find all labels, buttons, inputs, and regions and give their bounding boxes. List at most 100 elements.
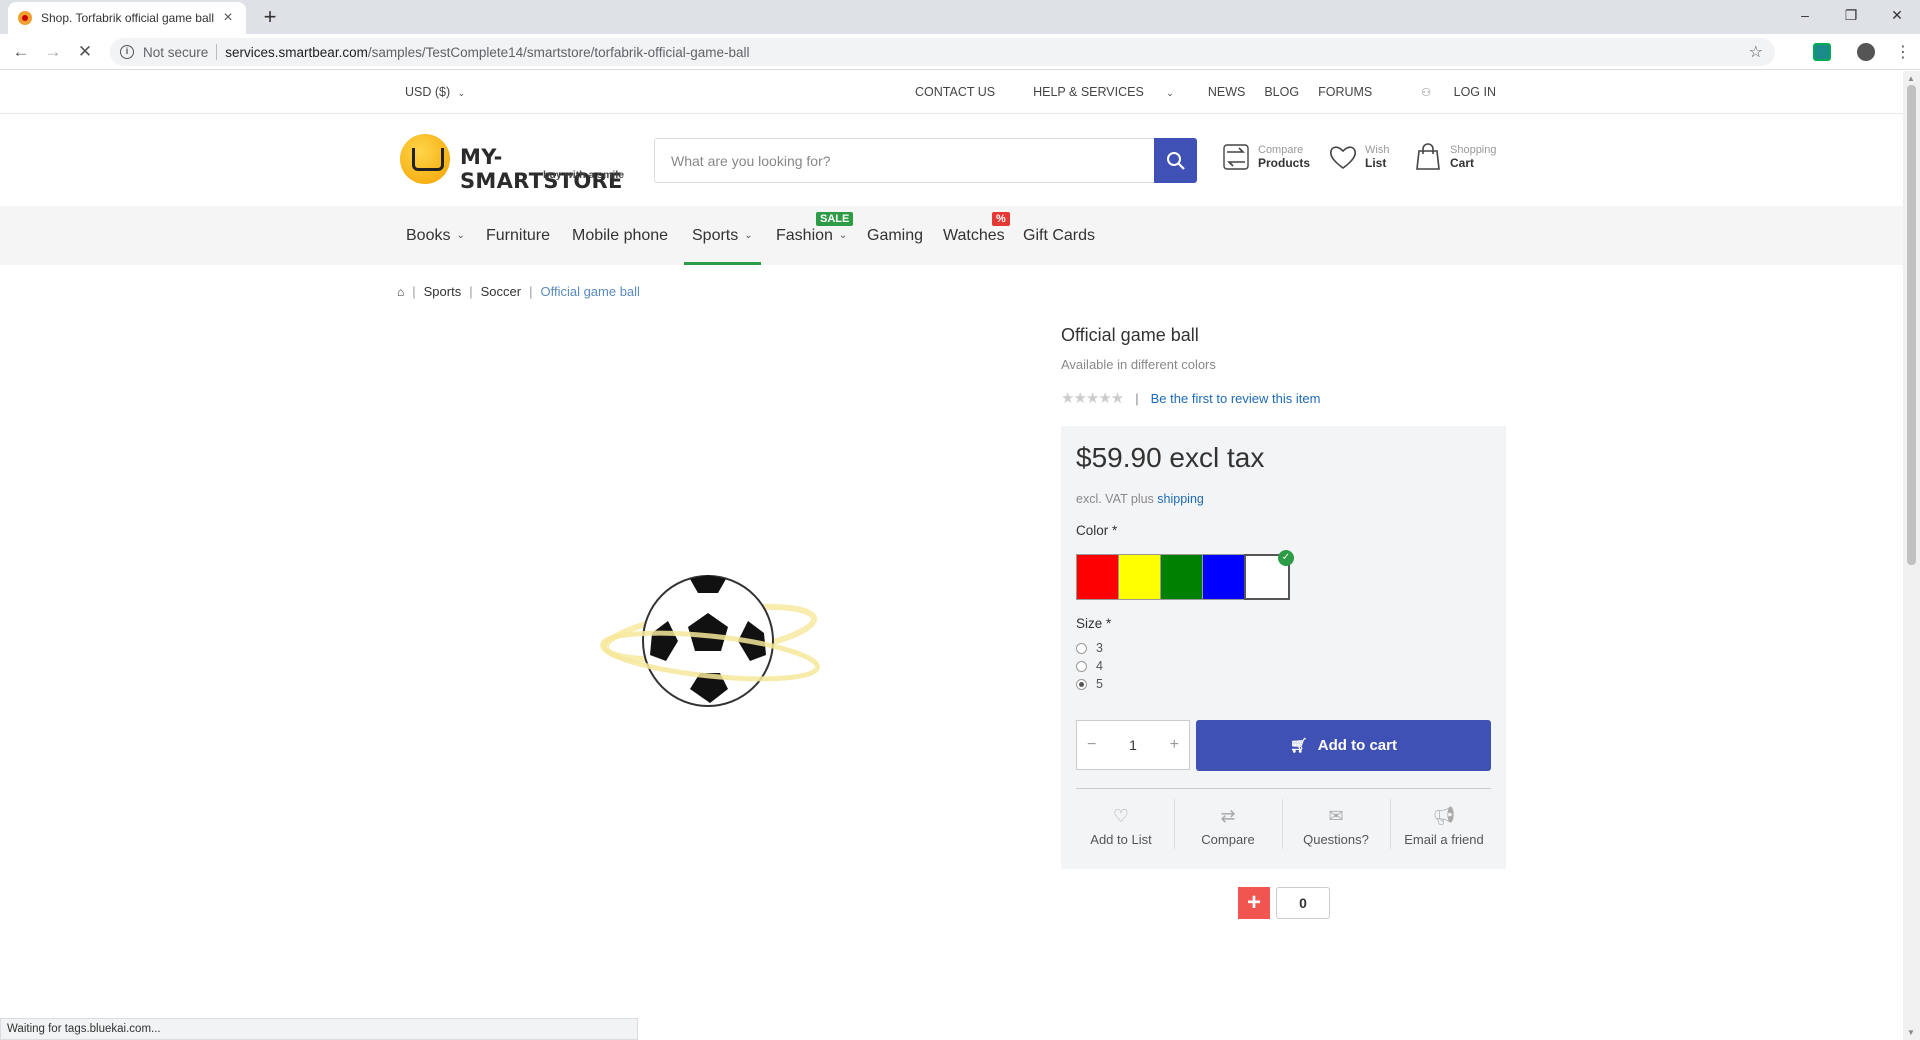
forward-icon[interactable]: → [43, 42, 63, 62]
scroll-down-icon[interactable]: ▼ [1907, 1028, 1915, 1037]
address-bar[interactable]: i Not secure services.smartbear.com/samp… [110, 38, 1775, 66]
nav-item-sports[interactable]: Sports ⌄ [684, 206, 761, 265]
url-host: services.smartbear.com [225, 44, 368, 60]
bookmark-star-icon[interactable]: ☆ [1749, 42, 1763, 62]
back-icon[interactable]: ← [11, 42, 31, 62]
chevron-down-icon: ⌄ [838, 230, 848, 241]
breadcrumb-sports[interactable]: Sports [424, 284, 462, 299]
nav-label: Sports [692, 226, 739, 244]
scroll-up-icon[interactable]: ▲ [1907, 74, 1915, 83]
product-title: Official game ball [1061, 325, 1199, 345]
radio-button-selected[interactable] [1076, 678, 1087, 690]
share-widget: + 0 [1238, 887, 1330, 919]
site-favicon-icon [18, 11, 32, 25]
blog-link[interactable]: BLOG [1264, 85, 1299, 99]
stop-loading-icon[interactable]: ✕ [75, 42, 95, 62]
info-icon[interactable]: i [120, 45, 134, 59]
breadcrumb-separator: | [529, 284, 533, 299]
help-services-link[interactable]: HELP & SERVICES ⌄ [1014, 85, 1174, 99]
radio-button[interactable] [1076, 642, 1087, 654]
nav-item-furniture[interactable]: Furniture [486, 206, 550, 265]
email-friend-action[interactable]: 📢︎ Email a friend [1394, 806, 1494, 847]
nav-item-books[interactable]: Books ⌄ [406, 206, 465, 265]
search-icon [1166, 151, 1185, 170]
vat-text: excl. VAT plus [1076, 492, 1154, 506]
profile-icon[interactable] [1857, 43, 1875, 61]
top-utility-bar: USD ($) ⌄ CONTACT US HELP & SERVICES ⌄ N… [0, 71, 1903, 114]
login-link[interactable]: ⚇ LOG IN [1402, 85, 1496, 99]
store-logo[interactable]: MY-SMARTSTORE buy with a smile [400, 134, 636, 193]
color-swatch-green[interactable] [1160, 554, 1206, 600]
color-swatch-blue[interactable] [1202, 554, 1248, 600]
wish-bottom-label: List [1365, 156, 1387, 170]
compare-icon [1221, 142, 1251, 172]
breadcrumb: ⌂ | Sports | Soccer | Official game ball [397, 284, 640, 299]
size-option-4[interactable]: 4 [1076, 659, 1103, 673]
scrollbar-thumb[interactable] [1907, 85, 1916, 565]
close-icon[interactable]: × [220, 9, 236, 27]
top-links: CONTACT US HELP & SERVICES ⌄ NEWS BLOG F… [896, 85, 1496, 99]
forums-link[interactable]: FORUMS [1318, 85, 1372, 99]
plus-icon[interactable]: + [1170, 736, 1179, 754]
extension-icon[interactable] [1813, 43, 1831, 61]
currency-selector[interactable]: USD ($) ⌄ [405, 85, 465, 99]
restore-icon[interactable]: ❐ [1828, 0, 1874, 30]
add-to-list-action[interactable]: ♡ Add to List [1071, 806, 1171, 847]
search-box [654, 138, 1197, 183]
nav-item-mobile-phone[interactable]: Mobile phone [572, 206, 668, 265]
search-input[interactable] [655, 139, 1152, 182]
color-swatch-yellow[interactable] [1118, 554, 1164, 600]
radio-button[interactable] [1076, 660, 1087, 672]
page-viewport: USD ($) ⌄ CONTACT US HELP & SERVICES ⌄ N… [0, 71, 1903, 1040]
minimize-icon[interactable]: – [1782, 0, 1828, 30]
questions-action[interactable]: ✉ Questions? [1286, 806, 1386, 847]
first-review-link[interactable]: Be the first to review this item [1151, 391, 1321, 406]
browser-tabbar: Shop. Torfabrik official game ball × + –… [0, 0, 1920, 34]
window-close-icon[interactable]: ✕ [1874, 0, 1920, 30]
nav-label: Mobile phone [572, 226, 669, 244]
browser-menu-icon[interactable]: ⋮ [1895, 42, 1911, 62]
product-subtitle: Available in different colors [1061, 357, 1216, 372]
add-to-cart-label: Add to cart [1317, 737, 1397, 754]
breadcrumb-current: Official game ball [540, 284, 640, 299]
shipping-link[interactable]: shipping [1157, 492, 1204, 506]
compare-action[interactable]: ⇄ Compare [1178, 806, 1278, 847]
wish-list-link[interactable]: Wish List [1328, 142, 1389, 172]
action-label: Compare [1201, 832, 1255, 847]
nav-label: Watches [943, 226, 1005, 244]
add-to-cart-button[interactable]: 🛒︎ Add to cart [1196, 720, 1491, 771]
cart-bottom-label: Cart [1450, 156, 1475, 170]
color-swatch-red[interactable] [1076, 554, 1122, 600]
user-icon: ⚇ [1421, 87, 1432, 99]
page-scrollbar[interactable]: ▲ ▼ [1903, 71, 1920, 1040]
news-link[interactable]: NEWS [1208, 85, 1246, 99]
nav-item-gift-cards[interactable]: Gift Cards [1023, 206, 1095, 265]
minus-icon[interactable]: − [1087, 736, 1096, 754]
quantity-input[interactable]: 1 [1129, 737, 1137, 753]
product-image[interactable] [600, 561, 820, 711]
main-navigation: Books ⌄ Furniture Mobile phone Sports ⌄ Fa… [0, 206, 1903, 265]
shopping-cart-link[interactable]: Shopping Cart [1413, 142, 1497, 172]
not-secure-label: Not secure [143, 44, 209, 60]
share-plus-icon[interactable]: + [1238, 887, 1270, 919]
size-option-5[interactable]: 5 [1076, 677, 1103, 691]
breadcrumb-soccer[interactable]: Soccer [481, 284, 521, 299]
size-option-3[interactable]: 3 [1076, 641, 1103, 655]
color-swatch-white[interactable]: ✓ [1244, 550, 1294, 600]
browser-tab[interactable]: Shop. Torfabrik official game ball × [8, 2, 246, 34]
contact-us-link[interactable]: CONTACT US [915, 85, 995, 99]
action-separator [1390, 799, 1391, 849]
size-value: 3 [1096, 641, 1103, 655]
heart-icon: ♡ [1112, 806, 1130, 826]
chevron-down-icon: ⌄ [456, 230, 465, 241]
action-label: Add to List [1090, 832, 1152, 847]
compare-products-link[interactable]: Compare Products [1221, 142, 1310, 172]
nav-label: Furniture [486, 226, 551, 244]
soccer-ball-image [600, 575, 820, 707]
rating-row: ★★★★★ | Be the first to review this item [1061, 389, 1320, 407]
nav-item-gaming[interactable]: Gaming [867, 206, 923, 265]
new-tab-button[interactable]: + [258, 6, 282, 28]
size-value: 4 [1096, 659, 1103, 673]
search-button[interactable] [1154, 138, 1197, 183]
home-icon[interactable]: ⌂ [397, 285, 404, 299]
